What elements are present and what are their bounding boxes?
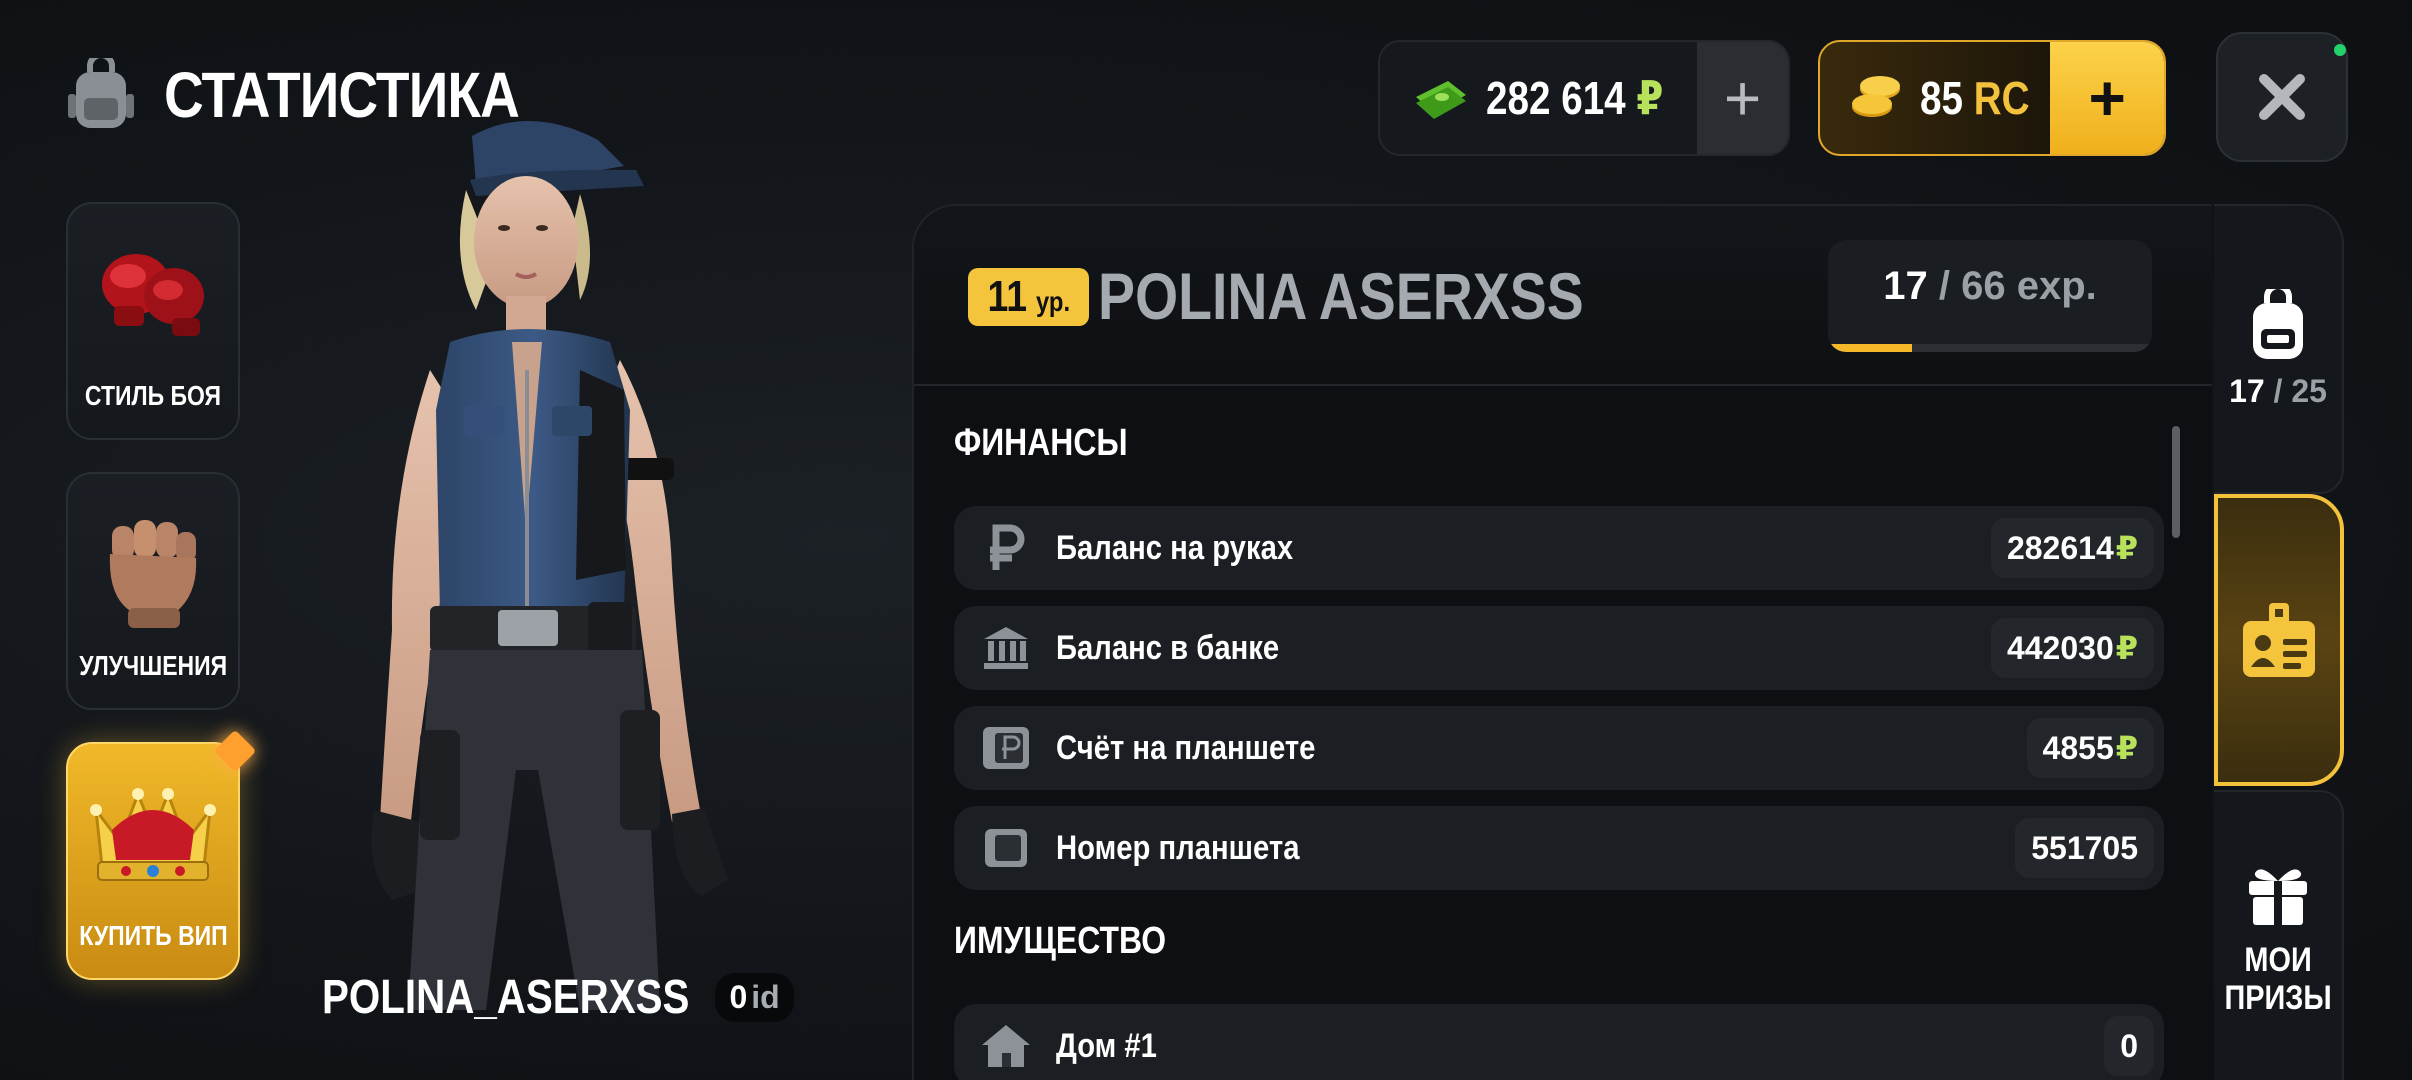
tab-profile-card[interactable] bbox=[2214, 494, 2344, 786]
finance-row-label: Баланс на руках bbox=[1056, 528, 1294, 567]
finance-row-cash: Баланс на руках 282614 ₽ bbox=[954, 506, 2164, 590]
finance-row-value: 442030 ₽ bbox=[1990, 618, 2154, 678]
fight-style-label: СТИЛЬ БОЯ bbox=[84, 380, 222, 411]
character-id-label: id bbox=[751, 979, 780, 1015]
player-name: POLINA ASERXSS bbox=[1098, 259, 1584, 333]
close-icon bbox=[2259, 74, 2305, 120]
finance-row-value: 282614 ₽ bbox=[1990, 518, 2154, 578]
boxing-gloves-icon bbox=[102, 254, 204, 336]
experience-progress-fill bbox=[1828, 344, 1913, 352]
backpack-icon bbox=[2253, 288, 2303, 359]
finance-row-value: 4855 ₽ bbox=[2026, 718, 2154, 778]
character-name-row: POLINA_ASERXSS 0 id bbox=[322, 970, 794, 1025]
coins-icon bbox=[1852, 76, 1900, 117]
experience-box: 17 / 66 exp. bbox=[1828, 240, 2152, 352]
crown-icon bbox=[90, 788, 216, 881]
fist-icon bbox=[109, 520, 197, 628]
finance-row-tablet-number: Номер планшета 551705 bbox=[954, 806, 2164, 890]
fight-style-button[interactable]: СТИЛЬ БОЯ bbox=[66, 202, 240, 440]
backpack-icon bbox=[68, 58, 134, 128]
property-section-title: ИМУЩЕСТВО bbox=[954, 920, 1167, 962]
gift-icon bbox=[2249, 869, 2307, 925]
add-money-button[interactable]: + bbox=[1697, 42, 1788, 154]
my-prizes-label: МОИ ПРИЗЫ bbox=[2224, 941, 2332, 1017]
tablet-wallet-icon bbox=[983, 727, 1029, 769]
money-value-text: 282 614 ₽ bbox=[1486, 72, 1664, 124]
character-portrait bbox=[371, 120, 728, 1010]
character-id-value: 0 bbox=[729, 979, 748, 1015]
tab-my-prizes[interactable]: МОИ ПРИЗЫ bbox=[2214, 790, 2344, 1080]
experience-progress-track bbox=[1828, 344, 2152, 352]
level-badge: 11 ур. bbox=[968, 268, 1089, 326]
buy-vip-label: КУПИТЬ ВИП bbox=[78, 920, 228, 951]
buy-vip-button[interactable]: КУПИТЬ ВИП bbox=[66, 729, 257, 980]
ruble-icon bbox=[990, 524, 1025, 570]
online-status-dot bbox=[2334, 44, 2346, 56]
close-button[interactable] bbox=[2216, 32, 2348, 162]
stats-panel: 11 ур. POLINA ASERXSS 17 / 66 exp. ФИНАН… bbox=[912, 204, 2212, 1080]
character-name: POLINA_ASERXSS bbox=[322, 971, 690, 1024]
upgrades-button[interactable]: УЛУЧШЕНИЯ bbox=[66, 472, 240, 710]
bank-icon bbox=[984, 627, 1028, 669]
level-number: 11 bbox=[987, 272, 1028, 321]
property-row-value: 0 bbox=[2104, 1016, 2154, 1076]
profile-header: 11 ур. POLINA ASERXSS 17 / 66 exp. bbox=[914, 206, 2212, 386]
tab-inventory[interactable]: 17 / 25 bbox=[2214, 204, 2344, 494]
finance-row-value: 551705 bbox=[2015, 818, 2154, 878]
add-rc-button[interactable]: + bbox=[2050, 42, 2164, 154]
level-suffix: ур. bbox=[1035, 286, 1070, 317]
property-row-house: Дом #1 0 bbox=[954, 1004, 2164, 1080]
property-row-label: Дом #1 bbox=[1056, 1026, 1157, 1065]
finance-row-bank: Баланс в банке 442030 ₽ bbox=[954, 606, 2164, 690]
finance-row-label: Счёт на планшете bbox=[1056, 728, 1316, 767]
tablet-icon bbox=[985, 829, 1027, 867]
money-balance-bar: 282 614 ₽ + bbox=[1378, 40, 1790, 156]
character-id-badge: 0 id bbox=[715, 973, 794, 1022]
scrollbar[interactable] bbox=[2172, 426, 2180, 538]
inventory-count: 17 / 25 bbox=[2229, 372, 2327, 409]
id-card-icon bbox=[2243, 603, 2315, 677]
finances-section-title: ФИНАНСЫ bbox=[954, 422, 1128, 464]
rc-value-text: 85 RC bbox=[1920, 72, 2030, 124]
house-icon bbox=[982, 1025, 1030, 1067]
experience-text: 17 / 66 exp. bbox=[1883, 264, 2097, 308]
cash-icon bbox=[1416, 81, 1466, 119]
finance-row-tablet-account: Счёт на планшете 4855 ₽ bbox=[954, 706, 2164, 790]
rc-balance-bar: 85 RC + bbox=[1818, 40, 2166, 156]
upgrades-label: УЛУЧШЕНИЯ bbox=[79, 650, 227, 681]
finance-row-label: Номер планшета bbox=[1056, 828, 1300, 867]
vip-diamond-icon bbox=[213, 729, 257, 773]
finance-row-label: Баланс в банке bbox=[1056, 628, 1280, 667]
